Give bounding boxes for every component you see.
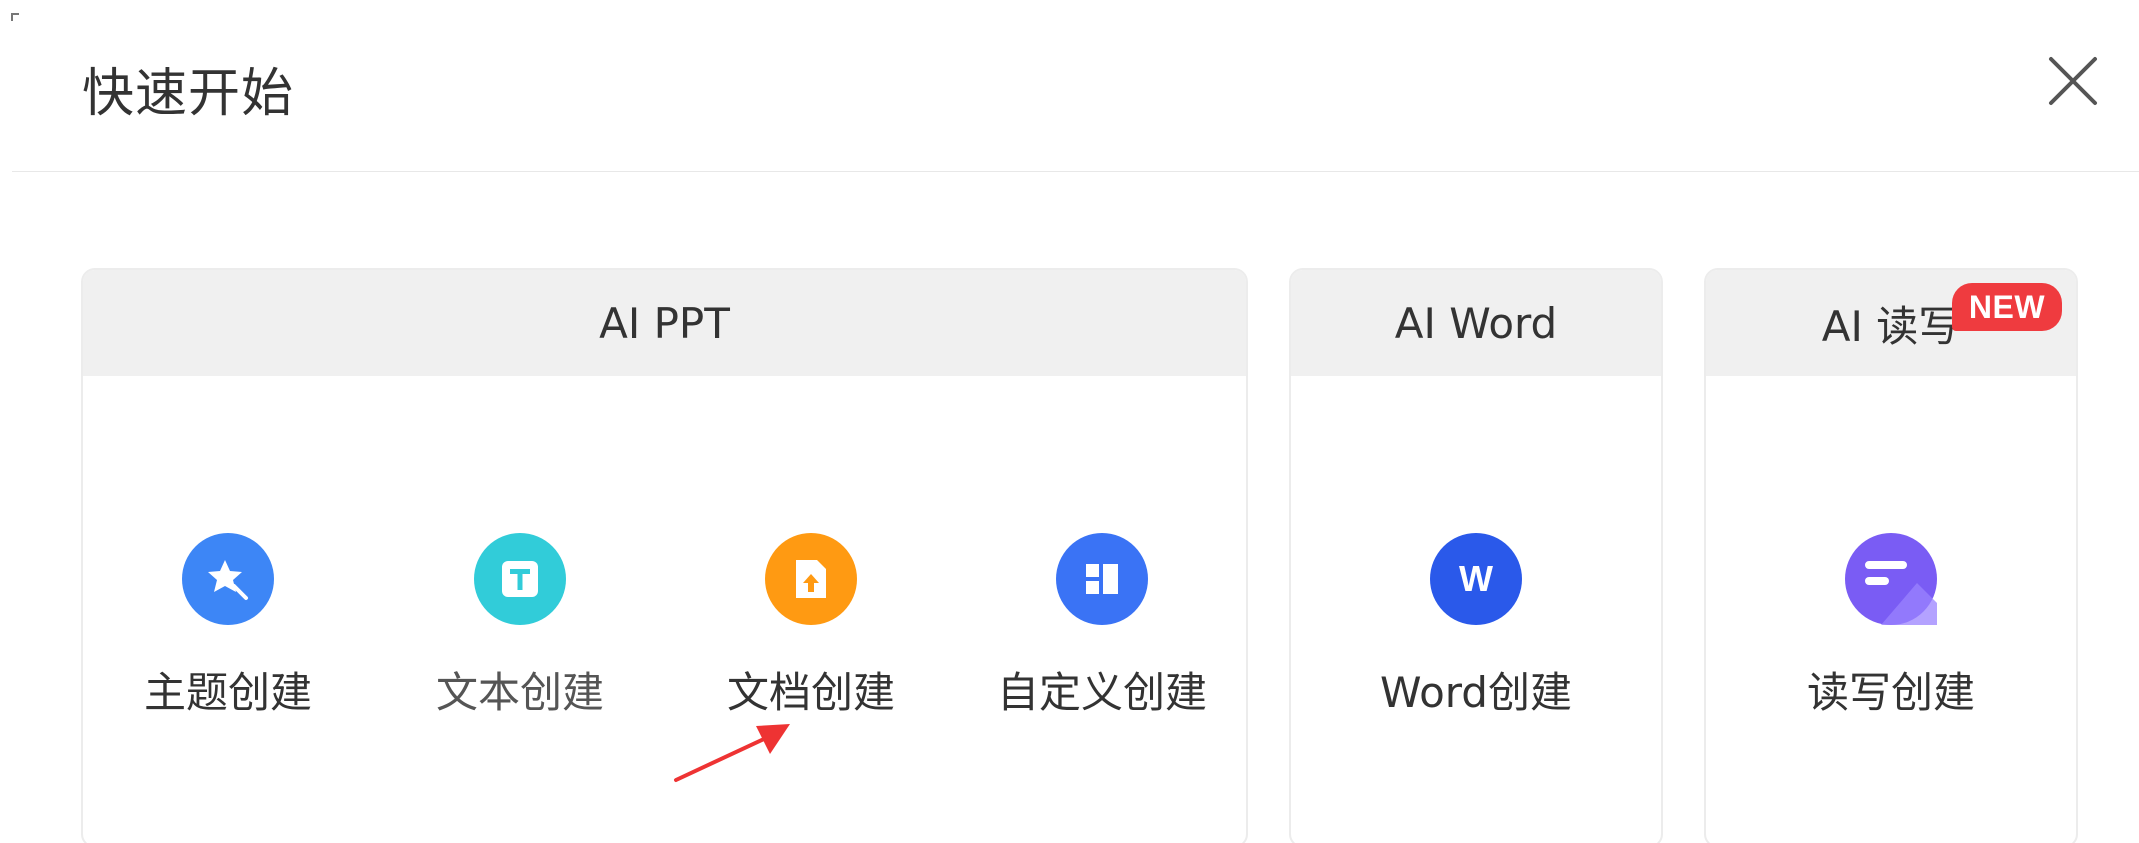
word-create-button[interactable]: W Word创建	[1356, 533, 1596, 723]
document-create-button[interactable]: 文档创建	[691, 533, 931, 723]
dialog-title: 快速开始	[82, 64, 295, 124]
theme-create-button[interactable]: 主题创建	[108, 533, 348, 723]
word-w-icon: W	[1430, 533, 1522, 625]
magic-star-icon	[182, 533, 274, 625]
ai-ppt-header: AI PPT	[83, 270, 1246, 376]
ai-ppt-title: AI PPT	[599, 298, 730, 348]
close-icon	[2049, 57, 2097, 105]
dialog-header: 快速开始	[12, 0, 2139, 172]
read-write-create-button[interactable]: 读写创建	[1771, 533, 2011, 723]
layout-grid-icon	[1056, 533, 1148, 625]
new-badge: NEW	[1952, 283, 2062, 331]
quick-start-dialog: 快速开始 AI PPT AI Word AI 读写 NEW 主题创建 文本创建 …	[0, 0, 2139, 843]
read-write-icon	[1845, 533, 1937, 625]
svg-text:W: W	[1459, 558, 1493, 599]
custom-create-label: 自定义创建	[996, 668, 1207, 717]
text-create-label: 文本创建	[435, 668, 604, 717]
ai-read-write-title: AI 读写	[1821, 301, 1961, 351]
text-t-icon	[474, 533, 566, 625]
ai-word-header: AI Word	[1291, 270, 1661, 376]
word-create-label: Word创建	[1380, 668, 1572, 717]
custom-create-button[interactable]: 自定义创建	[982, 533, 1222, 723]
close-button[interactable]	[2045, 53, 2101, 109]
annotation-arrow-icon	[674, 724, 790, 782]
read-write-create-label: 读写创建	[1806, 668, 1975, 717]
text-create-button[interactable]: 文本创建	[400, 533, 640, 723]
ai-word-title: AI Word	[1394, 298, 1558, 348]
theme-create-label: 主题创建	[143, 668, 312, 717]
document-create-label: 文档创建	[726, 668, 895, 717]
document-upload-icon	[765, 533, 857, 625]
